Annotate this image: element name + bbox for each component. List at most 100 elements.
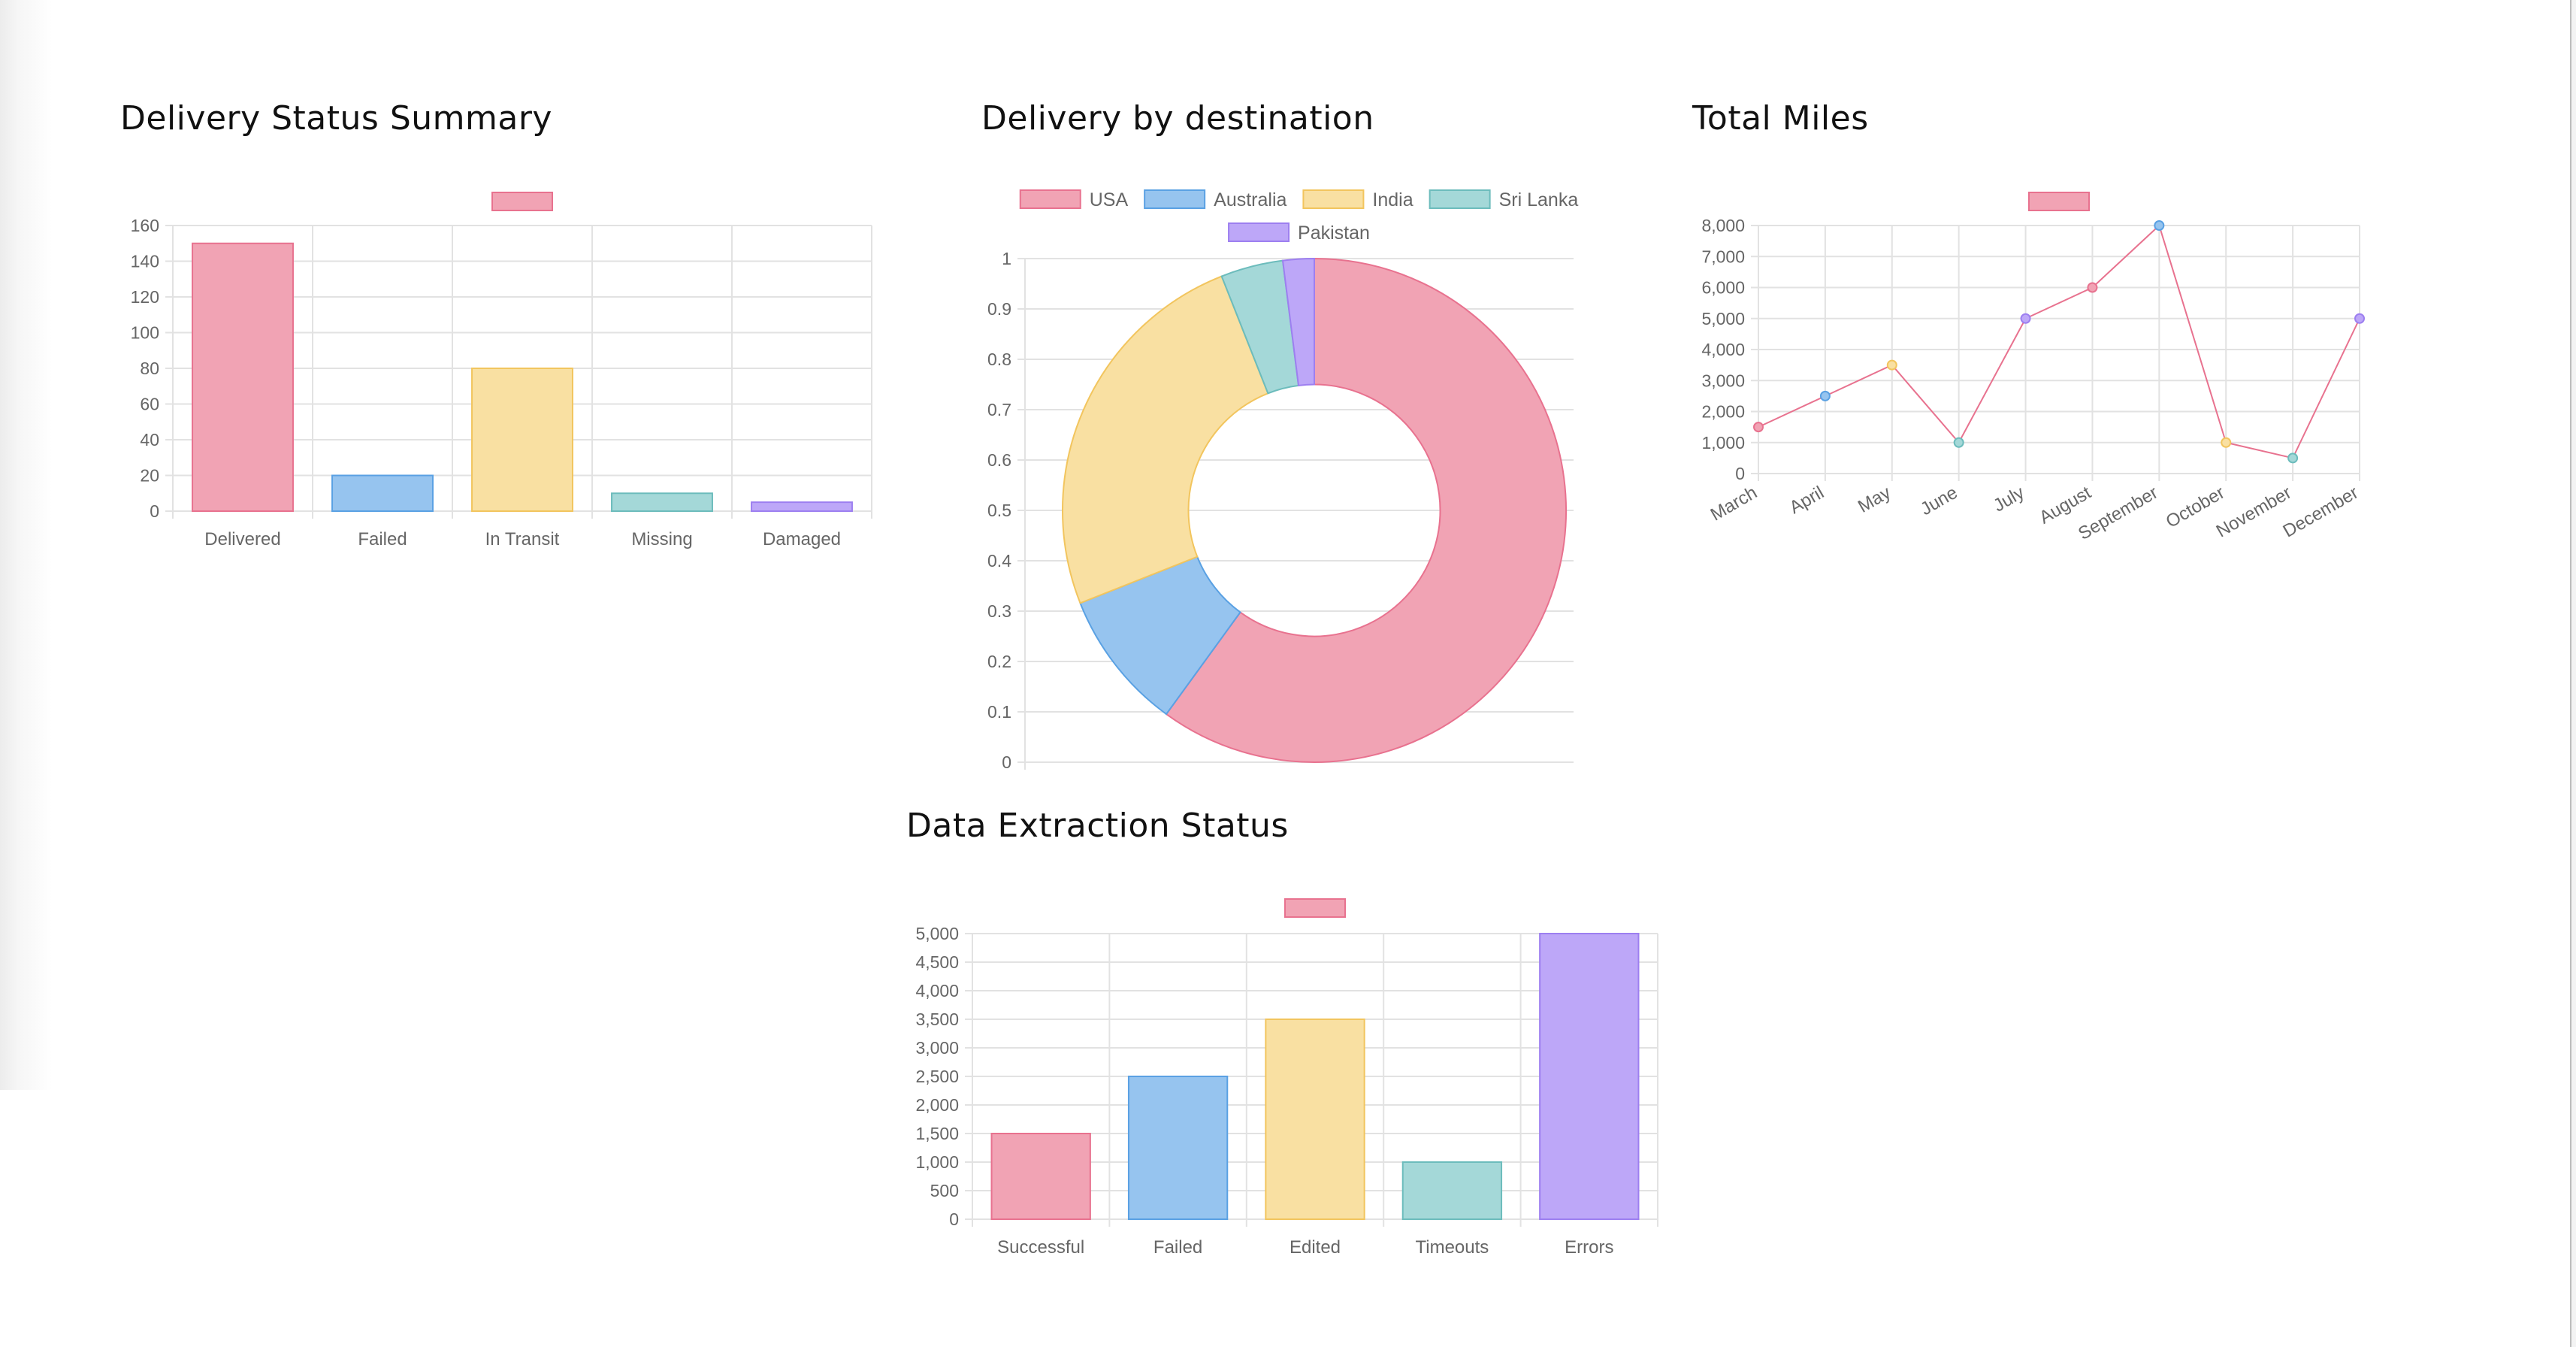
miles-point — [1753, 422, 1764, 433]
extraction-y-tick-label: 3,500 — [915, 1009, 959, 1029]
total-miles-title: Total Miles — [1692, 99, 1869, 138]
extraction-bar — [1401, 1161, 1503, 1220]
delivery-status-y-tick-label: 40 — [140, 430, 159, 450]
extraction-title: Data Extraction Status — [906, 807, 1289, 845]
extraction-chart: 0 500 1,000 1,500 2,000 2,500 3,000 3,500 4,000 4… — [915, 898, 1658, 1258]
extraction-legend-swatch — [1284, 898, 1346, 918]
miles-point — [1819, 390, 1831, 401]
miles-series-line — [1758, 224, 2360, 459]
delivery-status-y-tick-label: 60 — [140, 395, 159, 414]
miles-y-tick-label: 7,000 — [1701, 247, 1745, 266]
extraction-y-tick-label: 2,000 — [915, 1095, 959, 1115]
destination-y-tick-label: 0.1 — [987, 702, 1011, 722]
miles-y-tick-label: 4,000 — [1701, 340, 1745, 359]
extraction-x-tick-label: Failed — [1153, 1237, 1202, 1258]
extraction-y-tick-label: 1,000 — [915, 1152, 959, 1172]
miles-x-tick-label: November — [2213, 483, 2295, 542]
destination-legend-swatch — [1302, 189, 1365, 209]
miles-point — [1886, 359, 1897, 371]
destination-y-tick-label: 1 — [1002, 249, 1011, 268]
destination-legend-swatch — [1019, 189, 1081, 209]
destination-chart: USA Australia India Sri Lanka Pakistan 0 0.1 0.… — [987, 189, 1579, 772]
destination-legend-label: Sri Lanka — [1499, 189, 1579, 210]
delivery-status-x-tick-label: Delivered — [204, 529, 280, 549]
delivery-status-chart: 0 20 40 60 80 100 120 140 160 Delivered Failed In T… — [131, 192, 872, 549]
miles-y-tick-label: 6,000 — [1701, 278, 1745, 298]
extraction-y-tick-label: 5,000 — [915, 924, 959, 943]
delivery-status-bar — [751, 501, 853, 512]
delivery-status-x-tick-label: In Transit — [485, 529, 560, 549]
miles-point — [2020, 313, 2031, 324]
extraction-bar — [990, 1133, 1091, 1220]
destination-legend-swatch — [1228, 222, 1290, 242]
destination-y-tick-label: 0.8 — [987, 350, 1011, 369]
delivery-status-bar — [611, 492, 713, 512]
extraction-y-tick-label: 2,500 — [915, 1067, 959, 1086]
miles-point — [2221, 437, 2232, 448]
destination-legend-label: Australia — [1214, 189, 1286, 210]
extraction-bar — [1265, 1019, 1365, 1220]
destination-y-tick-label: 0.7 — [987, 400, 1011, 419]
destination-y-tick-label: 0.5 — [987, 501, 1011, 520]
destination-y-tick-label: 0.9 — [987, 299, 1011, 319]
extraction-y-tick-label: 3,000 — [915, 1038, 959, 1058]
window-right-edge — [2570, 0, 2576, 1347]
total-miles-chart: 0 1,000 2,000 3,000 4,000 5,000 6,000 7,000 8,00… — [1701, 192, 2365, 544]
extraction-bar — [1127, 1076, 1229, 1220]
destination-legend-label: India — [1372, 189, 1413, 210]
delivery-status-y-tick-label: 160 — [131, 216, 159, 235]
destination-y-tick-label: 0.3 — [987, 601, 1011, 621]
destination-legend-label: USA — [1090, 189, 1129, 210]
delivery-status-bar — [192, 242, 294, 512]
destination-slice — [1062, 275, 1269, 604]
delivery-status-y-tick-label: 0 — [150, 501, 159, 521]
miles-y-tick-label: 0 — [1735, 464, 1745, 483]
delivery-status-x-tick-label: Missing — [631, 529, 692, 549]
destination-legend-swatch — [1144, 189, 1206, 209]
miles-y-tick-label: 2,000 — [1701, 402, 1745, 422]
delivery-status-title: Delivery Status Summary — [120, 99, 552, 138]
extraction-y-tick-label: 4,000 — [915, 981, 959, 1000]
extraction-y-tick-label: 0 — [949, 1209, 959, 1229]
miles-y-tick-label: 1,000 — [1701, 433, 1745, 453]
miles-y-tick-label: 3,000 — [1701, 371, 1745, 390]
extraction-x-tick-label: Timeouts — [1415, 1237, 1489, 1258]
delivery-status-x-tick-label: Damaged — [763, 529, 841, 549]
extraction-x-tick-label: Edited — [1290, 1237, 1341, 1258]
delivery-status-y-tick-label: 80 — [140, 359, 159, 378]
miles-y-tick-label: 5,000 — [1701, 309, 1745, 328]
destination-y-tick-label: 0.2 — [987, 652, 1011, 671]
miles-legend-swatch — [2028, 192, 2090, 211]
miles-point — [2087, 282, 2098, 293]
delivery-status-legend-swatch — [491, 192, 553, 211]
extraction-y-tick-label: 500 — [930, 1181, 959, 1200]
miles-x-tick-label: June — [1917, 483, 1961, 519]
miles-x-tick-label: December — [2280, 483, 2362, 542]
destination-y-tick-label: 0.4 — [987, 551, 1011, 571]
delivery-status-bar — [331, 474, 434, 512]
delivery-status-x-tick-label: Failed — [358, 529, 407, 549]
delivery-status-y-tick-label: 120 — [131, 287, 159, 307]
extraction-y-tick-label: 4,500 — [915, 952, 959, 972]
delivery-status-y-tick-label: 100 — [131, 323, 159, 343]
miles-x-tick-label: March — [1707, 483, 1761, 525]
miles-point — [2354, 313, 2365, 324]
delivery-status-y-tick-label: 20 — [140, 466, 159, 486]
extraction-x-tick-label: Errors — [1565, 1237, 1613, 1258]
delivery-status-bar — [471, 368, 573, 512]
destination-y-tick-label: 0 — [1002, 752, 1011, 772]
extraction-bar — [1539, 933, 1640, 1220]
miles-point — [2154, 220, 2165, 231]
miles-point — [1953, 437, 1964, 448]
miles-point — [2287, 453, 2299, 464]
destination-legend-swatch — [1429, 189, 1491, 209]
destination-legend-label: Pakistan — [1298, 222, 1370, 244]
extraction-y-tick-label: 1,500 — [915, 1124, 959, 1143]
extraction-x-tick-label: Successful — [997, 1237, 1084, 1258]
destination-title: Delivery by destination — [981, 99, 1374, 138]
miles-x-tick-label: April — [1786, 483, 1828, 518]
delivery-status-y-tick-label: 140 — [131, 252, 159, 271]
miles-y-tick-label: 8,000 — [1701, 216, 1745, 235]
left-panel-shadow — [0, 0, 53, 1090]
miles-x-tick-label: May — [1855, 483, 1894, 517]
